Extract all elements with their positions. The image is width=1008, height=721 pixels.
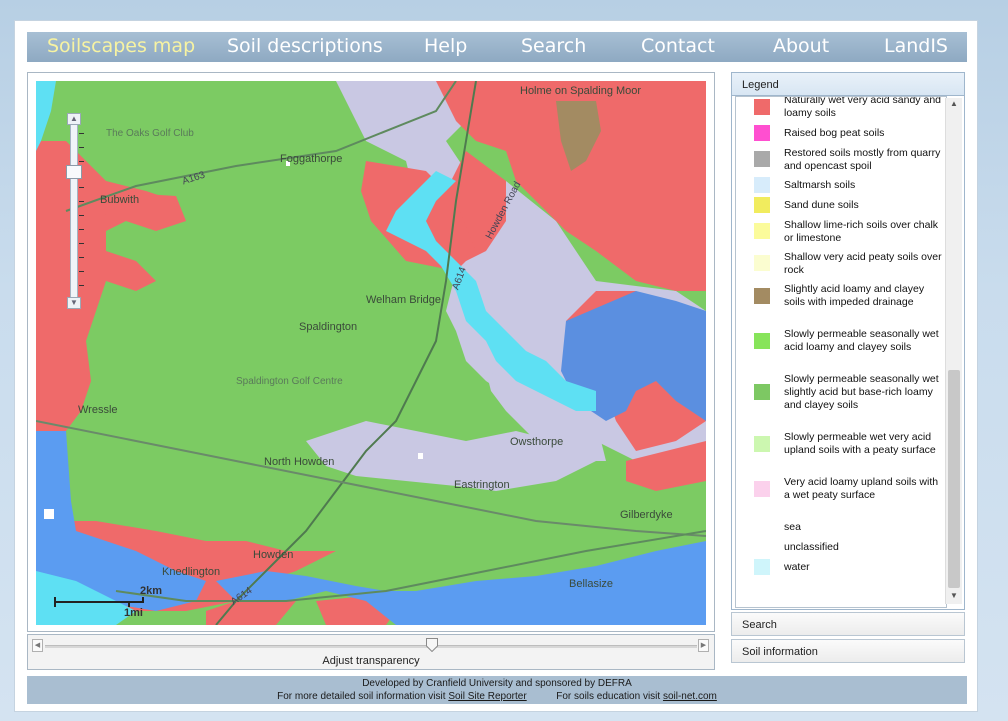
legend-swatch	[754, 177, 770, 193]
soil-site-reporter-link[interactable]: Soil Site Reporter	[448, 691, 526, 702]
legend-swatch	[754, 197, 770, 213]
top-nav: Soilscapes map Soil descriptions Help Se…	[27, 32, 967, 62]
transparency-label: Adjust transparency	[322, 655, 420, 667]
legend-swatch	[754, 559, 770, 575]
legend-label: Very acid loamy upland soils with a wet …	[784, 476, 939, 501]
place-owsthorpe: Owsthorpe	[510, 436, 564, 448]
chevron-down-icon[interactable]: ▼	[948, 590, 960, 602]
transparency-right-arrow[interactable]: ▶	[698, 639, 709, 652]
legend-label: Slowly permeable seasonally wet slightly…	[784, 373, 939, 411]
legend-label: Slightly acid loamy and clayey soils wit…	[784, 283, 925, 308]
legend-swatch	[754, 436, 770, 452]
soil-net-link[interactable]: soil-net.com	[663, 691, 717, 702]
map-layer	[36, 81, 706, 625]
legend-label: sea	[784, 521, 801, 533]
legend-swatch	[754, 333, 770, 349]
legend-swatch	[754, 151, 770, 167]
place-oaks-golf: The Oaks Golf Club	[106, 128, 194, 139]
legend-label: Raised bog peat soils	[784, 127, 885, 139]
legend-label: Naturally wet very acid sandy and loamy …	[784, 96, 941, 119]
legend-scroll-thumb[interactable]	[948, 370, 960, 588]
place-bubwith: Bubwith	[100, 194, 140, 206]
footer-credit: Developed by Cranfield University and sp…	[362, 678, 632, 689]
soil-info-panel-header[interactable]: Soil information	[731, 639, 965, 663]
place-knedlington: Knedlington	[162, 566, 221, 578]
zoom-out-button[interactable]: ▼	[67, 297, 81, 309]
scale-mi: 1mi	[124, 607, 143, 619]
nav-landis[interactable]: LandIS	[884, 35, 948, 57]
zoom-control: ▲ ▼	[66, 113, 84, 309]
legend-swatch	[754, 384, 770, 400]
legend-label: Saltmarsh soils	[784, 179, 856, 191]
zoom-in-button[interactable]: ▲	[67, 113, 81, 125]
nav-soil-descriptions[interactable]: Soil descriptions	[227, 35, 383, 57]
place-holme: Holme on Spalding Moor	[520, 85, 641, 97]
legend-label: unclassified	[784, 541, 839, 553]
nav-help[interactable]: Help	[424, 35, 467, 57]
place-eastrington: Eastrington	[454, 479, 510, 491]
transparency-knob[interactable]	[426, 638, 438, 652]
legend-scrollbar[interactable]: ▲ ▼	[945, 98, 962, 604]
place-gilberdyke: Gilberdyke	[620, 509, 673, 521]
place-howden: Howden	[253, 549, 294, 561]
footer-reporter-text: For more detailed soil information visit	[277, 691, 449, 702]
place-spaldington: Spaldington	[299, 321, 358, 333]
side-panel: Legend Naturally wet very acid sandy and…	[731, 72, 965, 666]
legend-swatch	[754, 519, 770, 535]
legend-swatch	[754, 125, 770, 141]
zoom-slider-thumb[interactable]	[66, 165, 82, 179]
legend-label: Shallow very acid peaty soils over rock	[784, 251, 942, 276]
place-north-howden: North Howden	[264, 456, 335, 468]
legend-swatch	[754, 481, 770, 497]
legend-header[interactable]: Legend	[731, 72, 965, 96]
legend-label: Slowly permeable seasonally wet acid loa…	[784, 328, 939, 353]
map-panel: Holme on Spalding Moor The Oaks Golf Clu…	[27, 72, 715, 632]
footer: Developed by Cranfield University and sp…	[27, 676, 967, 704]
search-panel-header[interactable]: Search	[731, 612, 965, 636]
transparency-slider-panel: ◀ ▶ Adjust transparency	[27, 634, 715, 670]
place-foggathorpe: Foggathorpe	[280, 153, 343, 165]
scale-bar: 2km 1mi	[52, 581, 192, 625]
legend-label: water	[784, 561, 810, 573]
nav-soilscapes-map[interactable]: Soilscapes map	[47, 35, 195, 57]
place-bellasize: Bellasize	[569, 578, 614, 590]
place-spaldington-golf: Spaldington Golf Centre	[236, 376, 343, 387]
footer-links: For more detailed soil information visit…	[27, 690, 967, 703]
nav-about[interactable]: About	[773, 35, 829, 57]
legend-label: Sand dune soils	[784, 199, 859, 211]
chevron-up-icon[interactable]: ▲	[948, 98, 960, 110]
app-frame: Soilscapes map Soil descriptions Help Se…	[14, 20, 978, 712]
legend-swatch	[754, 255, 770, 271]
place-welham-bridge: Welham Bridge	[366, 294, 441, 306]
legend-body: Naturally wet very acid sandy and loamy …	[731, 96, 965, 610]
legend-swatch	[754, 288, 770, 304]
zoom-track[interactable]	[70, 123, 78, 301]
legend-swatch	[754, 223, 770, 239]
legend-list: Naturally wet very acid sandy and loamy …	[735, 96, 947, 608]
legend-swatch	[754, 99, 770, 115]
nav-search[interactable]: Search	[521, 35, 586, 57]
legend-label: Slowly permeable wet very acid upland so…	[784, 431, 936, 456]
soil-map[interactable]: Holme on Spalding Moor The Oaks Golf Clu…	[36, 81, 706, 625]
legend-swatch	[754, 539, 770, 555]
scale-km: 2km	[140, 585, 163, 597]
footer-education-text: For soils education visit	[556, 691, 663, 702]
transparency-left-arrow[interactable]: ◀	[32, 639, 43, 652]
transparency-track[interactable]	[45, 645, 697, 648]
legend-label: Restored soils mostly from quarry and op…	[784, 147, 941, 172]
legend-label: Shallow lime-rich soils over chalk or li…	[784, 219, 939, 244]
place-wressle: Wressle	[78, 404, 118, 416]
nav-contact[interactable]: Contact	[641, 35, 715, 57]
